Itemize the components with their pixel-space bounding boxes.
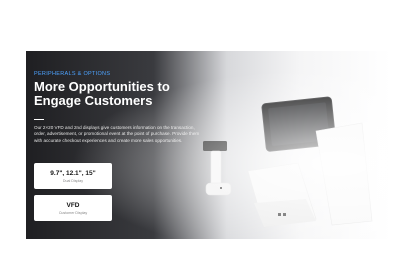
spec-card-title: VFD — [66, 201, 80, 209]
headline-divider — [34, 119, 44, 120]
pos-terminal-illustration — [203, 96, 373, 228]
port-mark-1 — [278, 213, 281, 216]
secondary-display-stand — [315, 122, 373, 226]
port-mark-2 — [283, 213, 286, 216]
spec-card-subtitle: Dual Display — [62, 178, 84, 183]
page: PERIPHERALS & OPTIONS More Opportunities… — [0, 0, 401, 266]
vfd-display — [203, 141, 227, 151]
vfd-base — [205, 182, 232, 196]
vfd-stand — [210, 150, 222, 187]
hero-banner: PERIPHERALS & OPTIONS More Opportunities… — [26, 51, 391, 239]
spec-card-vfd: VFD Customer Display — [34, 195, 112, 221]
spec-card-title: 9.7", 12.1", 15" — [50, 169, 96, 177]
spec-card-dual-display: 9.7", 12.1", 15" Dual Display — [34, 163, 112, 189]
top-bar — [0, 0, 401, 44]
spec-card-subtitle: Customer Display — [58, 210, 88, 215]
banner-eyebrow: PERIPHERALS & OPTIONS — [34, 71, 111, 77]
vfd-port-mark — [220, 187, 222, 189]
device-illustration — [166, 71, 386, 239]
